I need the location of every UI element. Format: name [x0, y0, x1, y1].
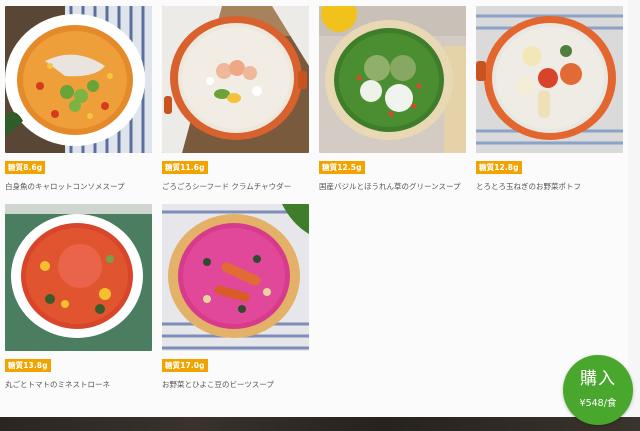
carb-badge: 糖質12.5g: [319, 161, 365, 174]
carb-badge: 糖質13.8g: [5, 359, 51, 372]
product-name[interactable]: お野菜とひよこ豆のビーツスープ: [162, 380, 322, 390]
product-name[interactable]: ごろごろシーフード クラムチャウダー: [162, 182, 322, 192]
product-image[interactable]: [5, 204, 152, 351]
page-edge: [628, 0, 640, 417]
buy-label: 購入: [580, 369, 616, 389]
carb-badge: 糖質17.0g: [162, 359, 208, 372]
product-image[interactable]: [5, 6, 152, 153]
carb-badge: 糖質12.8g: [476, 161, 522, 174]
product-image[interactable]: [162, 6, 309, 153]
product-card[interactable]: 糖質8.6g 白身魚のキャロットコンソメスープ: [5, 6, 152, 191]
product-card[interactable]: 糖質12.5g 国産バジルとほうれん草のグリーンスープ: [319, 6, 466, 191]
buy-price: ¥548/食: [579, 398, 617, 409]
page: 糖質8.6g 白身魚のキャロットコンソメスープ 糖質11.6g ごろごろシーフー…: [0, 0, 640, 431]
product-card[interactable]: 糖質17.0g お野菜とひよこ豆のビーツスープ: [162, 204, 309, 389]
product-name[interactable]: 白身魚のキャロットコンソメスープ: [5, 182, 165, 192]
product-card[interactable]: 糖質12.8g とろとろ玉ねぎのお野菜ポトフ: [476, 6, 623, 191]
product-name[interactable]: とろとろ玉ねぎのお野菜ポトフ: [476, 182, 636, 192]
carb-badge: 糖質8.6g: [5, 161, 46, 174]
carb-badge: 糖質11.6g: [162, 161, 208, 174]
product-name[interactable]: 国産バジルとほうれん草のグリーンスープ: [319, 182, 479, 192]
product-card[interactable]: 糖質13.8g 丸ごとトマトのミネストローネ: [5, 204, 152, 389]
product-image[interactable]: [476, 6, 623, 153]
product-image[interactable]: [319, 6, 466, 153]
product-name[interactable]: 丸ごとトマトのミネストローネ: [5, 380, 165, 390]
product-card[interactable]: 糖質11.6g ごろごろシーフード クラムチャウダー: [162, 6, 309, 191]
product-image[interactable]: [162, 204, 309, 351]
footer-image: [0, 417, 640, 431]
buy-button[interactable]: 購入 ¥548/食: [563, 355, 633, 425]
